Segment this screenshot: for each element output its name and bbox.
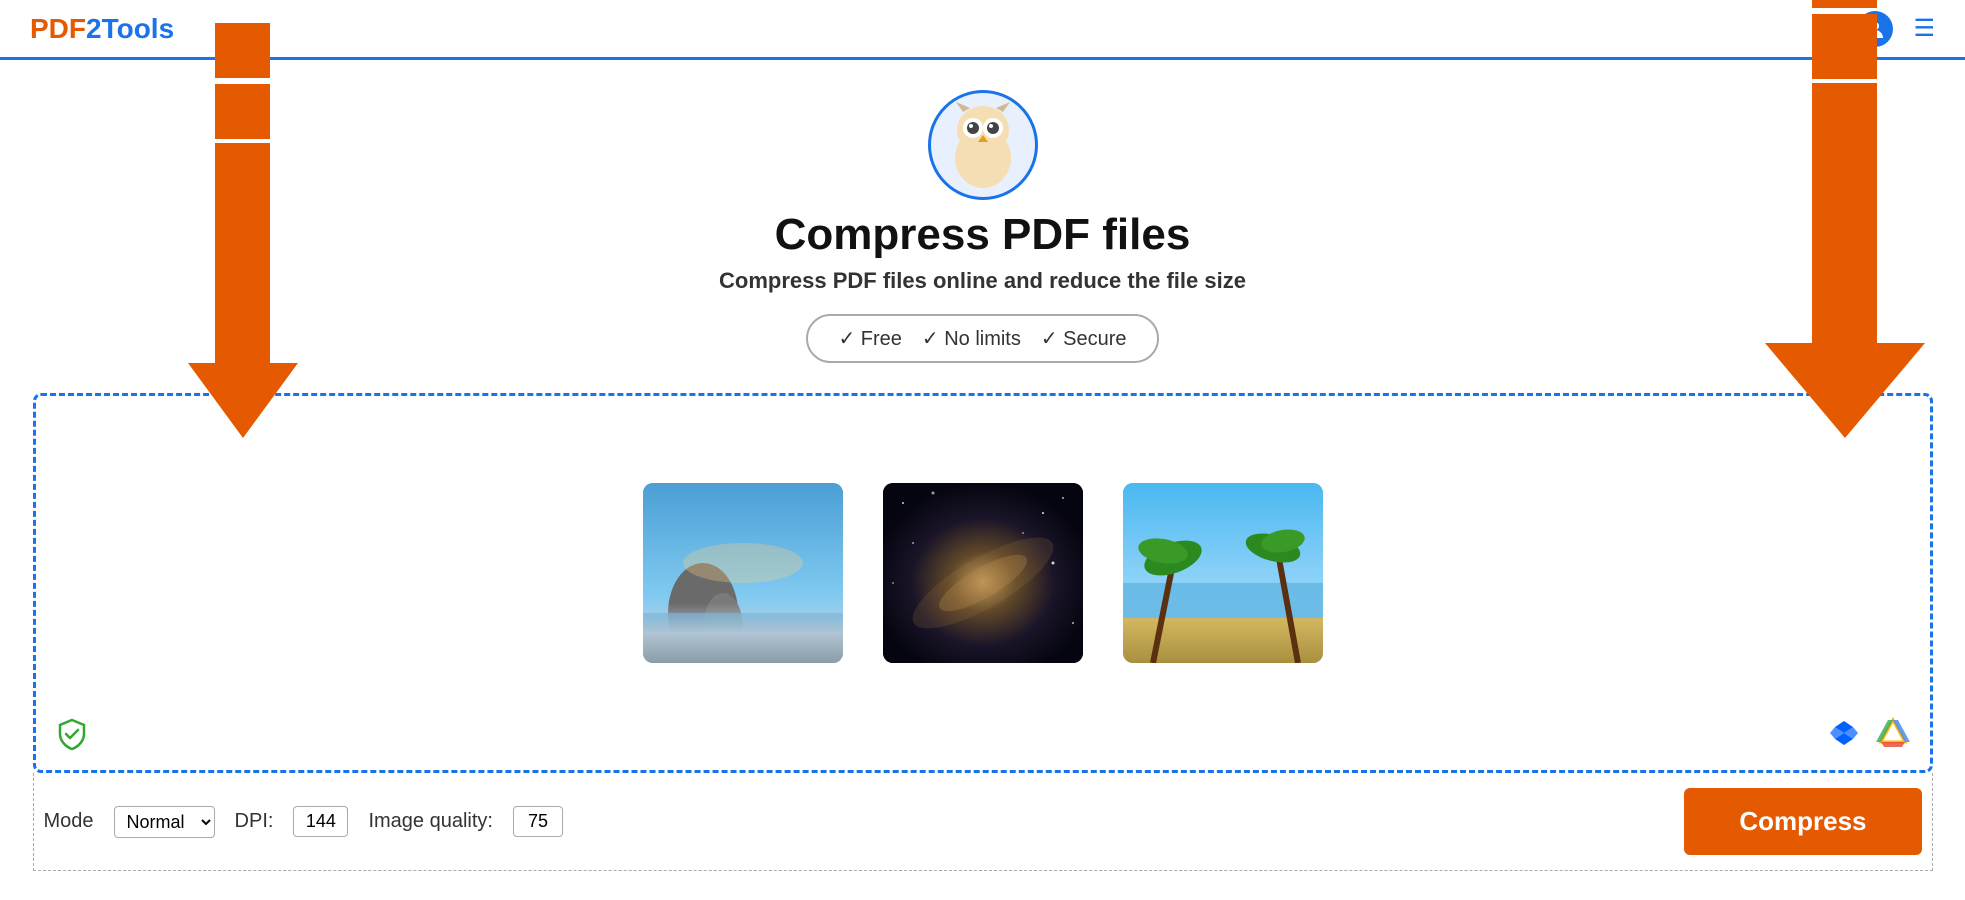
right-rect-1 [1812, 0, 1877, 8]
left-rect-2 [215, 84, 270, 139]
main-content: Compress PDF files Compress PDF files on… [0, 60, 1965, 871]
left-arrow-decoration [188, 23, 298, 438]
feature-free: ✓ Free [838, 326, 901, 351]
mode-select[interactable]: Normal Low High Custom [114, 806, 215, 838]
feature-secure: ✓ Secure [1041, 326, 1127, 351]
thumbnails-area [643, 483, 1323, 663]
shield-icon [56, 718, 88, 750]
page-subtitle: Compress PDF files online and reduce the… [719, 268, 1246, 294]
quality-label: Image quality: [368, 810, 493, 833]
dpi-label: DPI: [235, 810, 274, 833]
thumbnail-ocean [643, 483, 843, 663]
logo-pdf: PDF [30, 13, 86, 44]
right-rect-2 [1812, 14, 1877, 79]
logo-tools: 2 [86, 13, 102, 44]
drop-zone[interactable] [33, 393, 1933, 773]
right-arrow-head [1765, 343, 1925, 438]
page-title: Compress PDF files [719, 210, 1246, 260]
feature-no-limits: ✓ No limits [922, 326, 1021, 351]
mascot-area [928, 90, 1038, 200]
right-arrow-decoration [1765, 0, 1925, 438]
compress-button[interactable]: Compress [1684, 788, 1921, 855]
left-arrow-head [188, 363, 298, 438]
thumbnail-beach [1123, 483, 1323, 663]
right-arrow-body [1812, 83, 1877, 343]
google-drive-icon[interactable] [1876, 716, 1910, 750]
dpi-value: 144 [293, 806, 348, 837]
logo[interactable]: PDF2Tools [30, 13, 174, 45]
cloud-icons [1827, 716, 1910, 750]
left-rect-1 [215, 23, 270, 78]
logo-tools2: Tools [102, 13, 175, 44]
bottom-controls: Mode Normal Low High Custom DPI: 144 Ima… [33, 773, 1933, 871]
mascot [928, 90, 1038, 200]
left-arrow-body [215, 143, 270, 363]
mode-label: Mode [44, 810, 94, 833]
quality-value: 75 [513, 806, 563, 837]
drop-zone-wrapper: Mode Normal Low High Custom DPI: 144 Ima… [33, 393, 1933, 871]
title-section: Compress PDF files Compress PDF files on… [719, 210, 1246, 294]
thumbnail-galaxy [883, 483, 1083, 663]
controls-left: Mode Normal Low High Custom DPI: 144 Ima… [44, 806, 563, 838]
security-area [56, 718, 88, 750]
dropbox-icon[interactable] [1827, 716, 1861, 750]
features-badge: ✓ Free ✓ No limits ✓ Secure [806, 314, 1158, 363]
